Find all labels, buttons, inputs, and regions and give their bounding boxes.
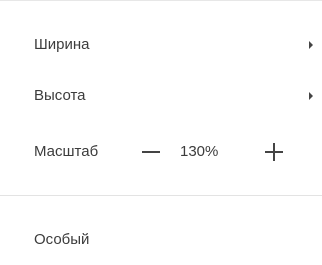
menu-item-width-label: Ширина [34,36,90,53]
zoom-in-button[interactable] [263,143,285,163]
minus-icon [142,151,160,153]
zoom-out-button[interactable] [140,143,164,161]
chevron-right-icon [309,92,313,100]
menu-divider [0,195,322,196]
chevron-right-icon [309,41,313,49]
context-menu: Ширина Высота Масштаб 130% Особый [0,0,322,265]
menu-item-custom[interactable]: Особый [0,220,322,260]
zoom-label: Масштаб [34,143,99,160]
menu-item-zoom: Масштаб 130% [0,132,322,172]
menu-item-width[interactable]: Ширина [0,25,322,65]
menu-item-height-label: Высота [34,87,86,104]
menu-item-height[interactable]: Высота [0,76,322,116]
menu-item-custom-label: Особый [34,231,90,248]
zoom-value: 130% [180,143,219,160]
menu-top-border [0,0,322,1]
